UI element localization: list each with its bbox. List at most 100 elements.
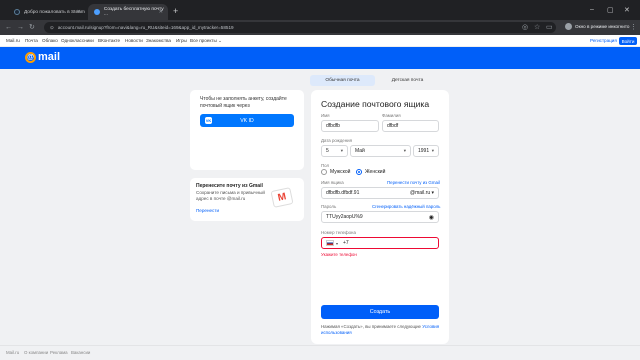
radio-checked-icon xyxy=(356,169,362,175)
mailbox-input[interactable]: dfbdfb.dfbdf.91 @mail.ru ▾ xyxy=(321,187,439,199)
first-name-input[interactable]: dfbdfb xyxy=(321,120,379,132)
footer-link-mailru[interactable]: Mail.ru xyxy=(6,350,19,355)
browser-tab-strip: Добро пожаловать в Steam ✕ Создать беспл… xyxy=(0,0,640,20)
incognito-label: Окно в режиме инкогнито xyxy=(575,24,630,29)
tab-title: Добро пожаловать в Steam xyxy=(24,9,85,15)
portal-link-mail[interactable]: Почта xyxy=(25,38,38,43)
close-tab-icon[interactable]: ✕ xyxy=(77,9,81,15)
footer-link-about[interactable]: О компании xyxy=(24,350,48,355)
password-value: TTUyy2aopU%9 xyxy=(326,214,363,220)
portal-link-all-projects[interactable]: Все проекты ⌄ xyxy=(190,38,222,44)
gender-male-label: Мужской xyxy=(330,169,351,175)
vk-id-card: Чтобы не заполнять анкету, создайте почт… xyxy=(190,90,304,170)
maximize-icon[interactable]: ▢ xyxy=(607,6,614,14)
chevron-down-icon: ▾ xyxy=(431,190,434,196)
chevron-down-icon: ▾ xyxy=(431,148,434,153)
gender-female-label: Женский xyxy=(365,169,386,175)
domain-select[interactable]: @mail.ru ▾ xyxy=(410,190,434,196)
forward-icon[interactable]: → xyxy=(17,23,24,32)
page: Mail.ru Почта Облако Одноклассники ВКонт… xyxy=(0,35,640,345)
sidebar-icon[interactable]: ▭ xyxy=(546,23,553,32)
logo-text: mail xyxy=(38,51,61,63)
portal-link-dating[interactable]: Знакомства xyxy=(146,38,171,43)
eye-off-icon[interactable]: ◎ xyxy=(522,23,528,32)
steam-favicon-icon xyxy=(14,9,20,15)
login-button[interactable]: Войти xyxy=(619,37,637,45)
mail-favicon-icon xyxy=(94,9,100,15)
incognito-indicator[interactable]: Окно в режиме инкогнито xyxy=(565,23,629,30)
terms-text: Нажимая «Создать», вы принимаете следующ… xyxy=(321,324,441,336)
address-bar[interactable]: ⊙ account.mail.ru/signup?from=navi&lang=… xyxy=(44,22,556,33)
star-icon[interactable]: ☆ xyxy=(534,23,540,32)
mail-type-switch: Обычная почта Детская почта xyxy=(310,75,440,86)
tab-regular-mail[interactable]: Обычная почта xyxy=(310,75,375,86)
birthdate-label: Дата рождения xyxy=(321,138,352,143)
page-footer: Mail.ru О компании Реклама Вакансии xyxy=(0,345,640,360)
birth-month-select[interactable]: Май ▾ xyxy=(350,145,411,157)
tab-kids-mail[interactable]: Детская почта xyxy=(375,75,440,86)
vk-card-text: Чтобы не заполнять анкету, создайте почт… xyxy=(200,96,287,109)
eye-icon[interactable]: ◉ xyxy=(429,214,434,221)
mailbox-label: Имя ящика xyxy=(321,180,344,185)
password-label: Пароль xyxy=(321,204,337,209)
chevron-down-icon[interactable]: ▾ xyxy=(336,241,338,246)
phone-value: +7 xyxy=(343,240,349,246)
chevron-down-icon: ▾ xyxy=(403,148,406,153)
last-name-input[interactable]: dfbdf xyxy=(382,120,439,132)
reload-icon[interactable]: ↻ xyxy=(29,23,35,32)
minimize-icon[interactable]: – xyxy=(590,6,594,13)
site-info-icon[interactable]: ⊙ xyxy=(50,25,54,31)
gender-female-radio[interactable]: Женский xyxy=(356,169,385,175)
portal-link-games[interactable]: Игры xyxy=(176,38,187,43)
portal-link-vk[interactable]: ВКонтакте xyxy=(98,38,120,43)
close-tab-icon[interactable]: ✕ xyxy=(159,9,163,15)
generate-password-link[interactable]: Сгенерировать надёжный пароль xyxy=(372,204,440,209)
tab-steam[interactable]: Добро пожаловать в Steam ✕ xyxy=(8,4,86,20)
portal-link-mailru[interactable]: Mail.ru xyxy=(6,38,20,43)
form-title: Создание почтового ящика xyxy=(321,99,430,109)
portal-link-cloud[interactable]: Облако xyxy=(42,38,58,43)
portal-menu: Mail.ru Почта Облако Одноклассники ВКонт… xyxy=(0,35,640,47)
birth-day-value: 5 xyxy=(326,148,329,154)
birth-year-select[interactable]: 1991 ▾ xyxy=(413,145,439,157)
back-icon[interactable]: ← xyxy=(5,23,12,32)
gmail-card-text: Сохраните письма и привычный адрес в поч… xyxy=(196,190,265,201)
mail-logo[interactable]: @ mail xyxy=(25,51,60,63)
footer-link-ads[interactable]: Реклама xyxy=(50,350,68,355)
close-window-icon[interactable]: ✕ xyxy=(624,6,630,14)
last-name-label: Фамилия xyxy=(382,113,401,118)
portal-link-ok[interactable]: Одноклассники xyxy=(61,38,94,43)
phone-input[interactable]: ▾ +7 xyxy=(321,237,439,249)
birth-month-value: Май xyxy=(355,148,365,154)
phone-error: Укажите телефон xyxy=(321,252,357,257)
gmail-transfer-link[interactable]: Перенести xyxy=(196,208,219,213)
terms-prefix: Нажимая «Создать», вы принимаете следующ… xyxy=(321,324,421,329)
vk-id-button[interactable]: VK VK ID xyxy=(200,114,294,127)
site-header: @ mail xyxy=(0,47,640,69)
russia-flag-icon[interactable] xyxy=(326,240,334,246)
chevron-down-icon: ▾ xyxy=(340,148,343,153)
create-button[interactable]: Создать xyxy=(321,305,439,319)
register-link[interactable]: Регистрация xyxy=(590,38,617,43)
tab-mail-signup[interactable]: Создать бесплатную почту ... ✕ xyxy=(88,4,168,20)
domain-value: @mail.ru xyxy=(410,190,431,196)
portal-link-news[interactable]: Новости xyxy=(125,38,143,43)
last-name-value: dfbdf xyxy=(387,123,399,129)
gmail-card-title: Перенесите почту из Gmail xyxy=(196,183,263,189)
gender-male-radio[interactable]: Мужской xyxy=(321,169,350,175)
vk-id-label: VK ID xyxy=(240,117,254,124)
url-text: account.mail.ru/signup?from=navi&lang=ru… xyxy=(57,25,234,30)
gmail-transfer-card: Перенесите почту из Gmail Сохраните пись… xyxy=(190,178,304,221)
signup-form: Создание почтового ящика Имя dfbdfb Фами… xyxy=(311,90,449,344)
menu-icon[interactable]: ⋮ xyxy=(630,23,637,32)
password-input[interactable]: TTUyy2aopU%9 ◉ xyxy=(321,211,439,223)
footer-link-jobs[interactable]: Вакансии xyxy=(71,350,90,355)
gmail-envelope-icon: M xyxy=(270,187,294,208)
birth-day-select[interactable]: 5 ▾ xyxy=(321,145,348,157)
vk-logo-icon: VK xyxy=(205,117,212,124)
browser-toolbar: ← → ↻ ⊙ account.mail.ru/signup?from=navi… xyxy=(0,20,640,35)
phone-label: Номер телефона xyxy=(321,230,356,235)
first-name-value: dfbdfb xyxy=(326,123,340,129)
transfer-gmail-link[interactable]: Перенести почту из Gmail xyxy=(387,180,440,185)
new-tab-button[interactable]: + xyxy=(173,6,178,16)
